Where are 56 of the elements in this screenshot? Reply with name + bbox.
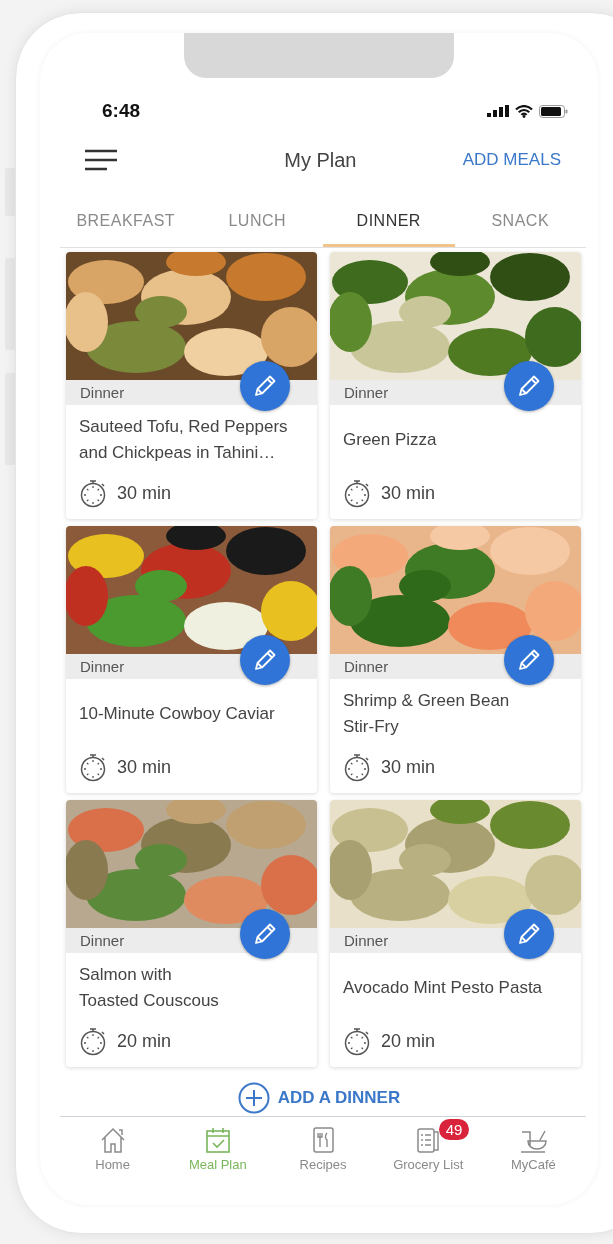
meal-tab[interactable]: LUNCH: [191, 188, 323, 247]
meal-tab[interactable]: BREAKFAST: [60, 188, 192, 247]
battery-icon: [539, 104, 568, 118]
nav-tab[interactable]: Meal Plan: [165, 1117, 271, 1187]
meal-title: Shrimp & Green Bean Stir-Fry: [343, 690, 510, 738]
count-badge: 49: [438, 1119, 470, 1140]
meal-title: Green Pizza: [343, 429, 437, 451]
calendar-check-icon: [203, 1126, 232, 1154]
meal-category: Dinner: [80, 658, 125, 675]
pencil-icon: [516, 373, 542, 399]
page-title: My Plan: [284, 148, 357, 172]
pencil-icon: [252, 373, 278, 399]
meal-tab[interactable]: DINNER: [323, 188, 455, 247]
meal-title: Sauteed Tofu, Red Peppers and Chickpeas in Tahini…: [79, 416, 288, 464]
meal-tab[interactable]: SNACK: [454, 188, 586, 247]
nav-tab[interactable]: MyCafé: [480, 1117, 586, 1187]
menu-icon[interactable]: [84, 149, 118, 171]
meal-card[interactable]: Dinner Salmon with Toasted Couscous 20 min: [66, 800, 317, 1067]
meal-category: Dinner: [344, 384, 389, 401]
cook-time: 30 min: [381, 482, 436, 504]
nav-tab[interactable]: Home: [60, 1117, 166, 1187]
signal-icon: [487, 105, 509, 117]
pencil-icon: [516, 647, 542, 673]
wifi-icon: [515, 104, 533, 118]
add-meals-link[interactable]: ADD MEALS: [462, 150, 561, 170]
cook-time: 30 min: [117, 482, 172, 504]
stopwatch-icon: [79, 1026, 107, 1056]
meal-category: Dinner: [344, 658, 389, 675]
stopwatch-icon: [79, 478, 107, 508]
meal-title: Avocado Mint Pesto Pasta: [343, 977, 543, 999]
stopwatch-icon: [343, 478, 371, 508]
status-time: 6:48: [102, 100, 141, 122]
meal-category: Dinner: [80, 384, 125, 401]
meal-category: Dinner: [344, 932, 389, 949]
stopwatch-icon: [343, 752, 371, 782]
meal-title: Salmon with Toasted Couscous: [79, 964, 219, 1012]
stopwatch-icon: [79, 752, 107, 782]
meal-card[interactable]: Dinner 10-Minute Cowboy Caviar 30 min: [66, 526, 317, 793]
add-dinner-button[interactable]: ADD A DINNER: [237, 1082, 401, 1116]
nav-tab[interactable]: Recipes: [270, 1117, 376, 1187]
cook-time: 20 min: [381, 1030, 436, 1052]
meal-card[interactable]: Dinner Sauteed Tofu, Red Peppers and Chickpeas in Tahini… 30 min: [66, 252, 317, 519]
meal-category: Dinner: [80, 932, 125, 949]
pencil-icon: [252, 921, 278, 947]
pencil-icon: [252, 647, 278, 673]
meal-title: 10-Minute Cowboy Caviar: [79, 703, 275, 725]
meal-card[interactable]: Dinner Green Pizza 30 min: [330, 252, 581, 519]
cook-time: 30 min: [117, 756, 172, 778]
plus-icon: [237, 1082, 270, 1114]
meal-card[interactable]: Dinner Avocado Mint Pesto Pasta 20 min: [330, 800, 581, 1067]
stopwatch-icon: [343, 1026, 371, 1056]
pencil-icon: [516, 921, 542, 947]
cook-time: 20 min: [117, 1030, 172, 1052]
nav-tab[interactable]: Grocery List 49: [375, 1117, 481, 1187]
cook-time: 30 min: [381, 756, 436, 778]
meal-card[interactable]: Dinner Shrimp & Green Bean Stir-Fry 30 min: [330, 526, 581, 793]
